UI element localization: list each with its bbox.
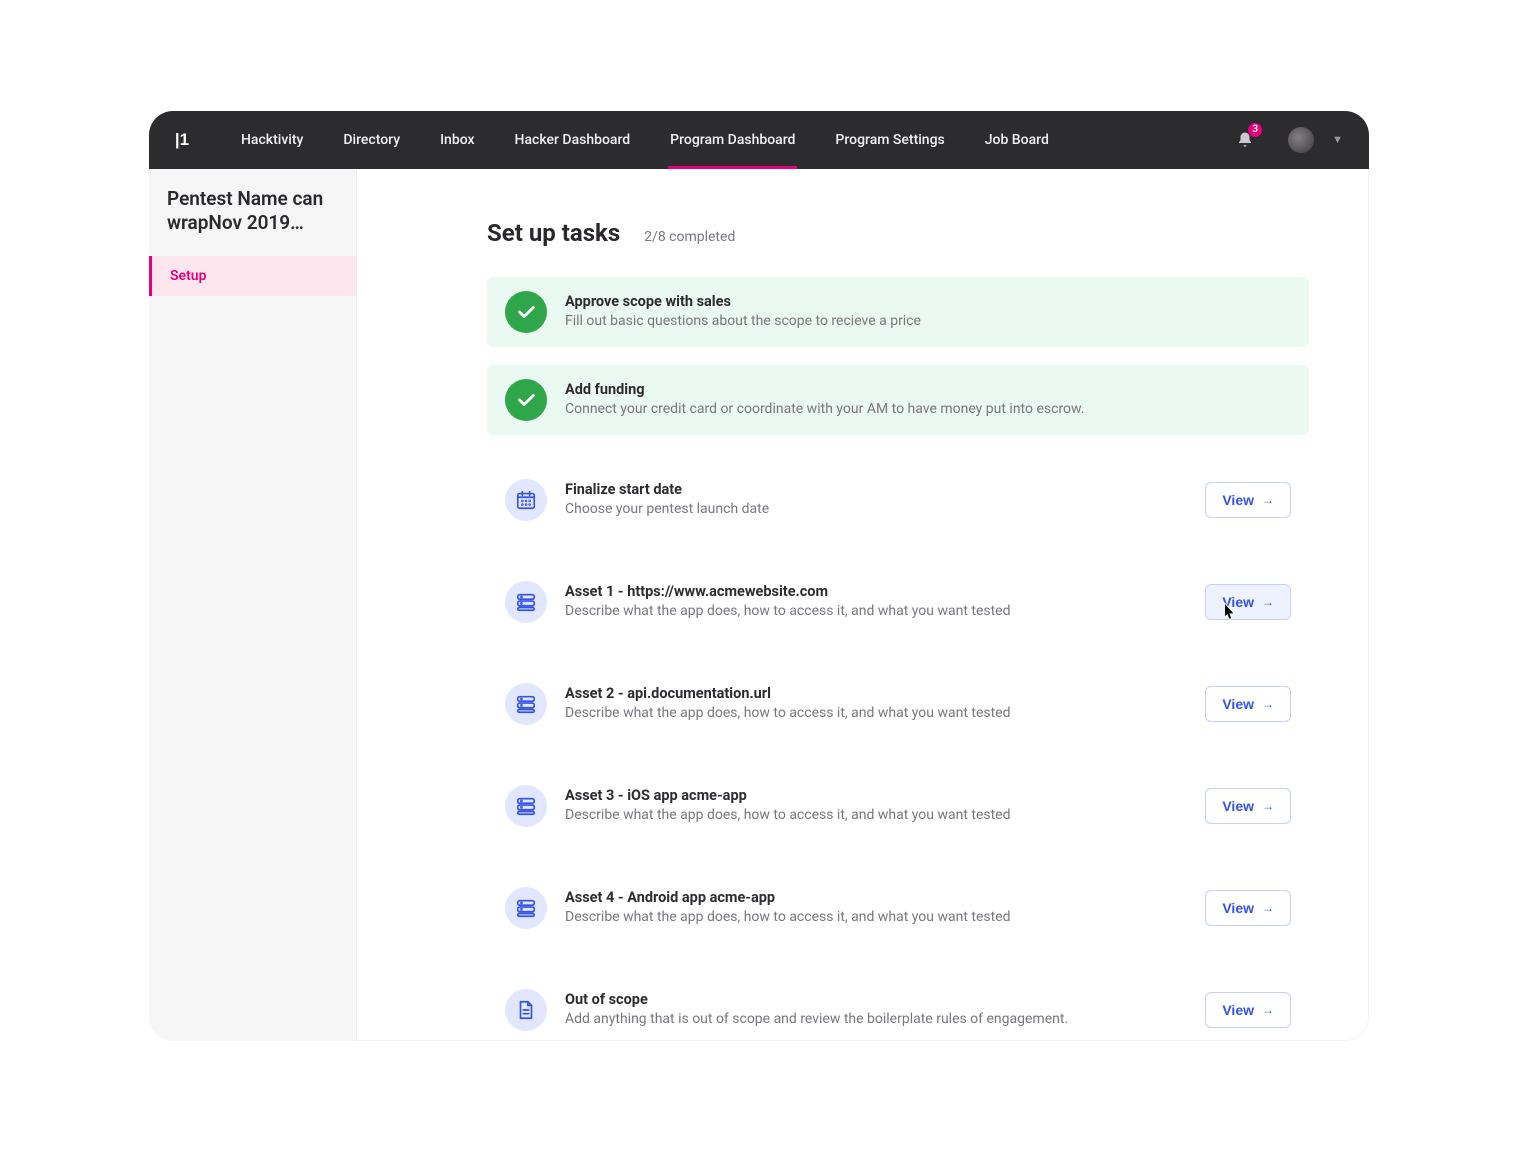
arrow-right-icon: → <box>1262 799 1274 813</box>
nav-label: Hacker Dashboard <box>515 132 631 148</box>
task-done-icon <box>505 291 547 333</box>
task-icon <box>505 479 547 521</box>
nav-program-settings[interactable]: Program Settings <box>815 111 964 169</box>
nav-label: Program Settings <box>835 132 944 148</box>
view-label: View <box>1222 798 1254 814</box>
view-button[interactable]: View → <box>1205 788 1291 824</box>
avatar[interactable] <box>1288 127 1314 153</box>
task-title: Approve scope with sales <box>565 292 1291 312</box>
nav-program-dashboard[interactable]: Program Dashboard <box>650 111 815 169</box>
sidebar-item-label: Setup <box>170 268 206 284</box>
nav-hacker-dashboard[interactable]: Hacker Dashboard <box>495 111 651 169</box>
nav-label: Job Board <box>985 132 1049 148</box>
view-button[interactable]: View → <box>1205 992 1291 1028</box>
arrow-right-icon: → <box>1262 697 1274 711</box>
task-desc: Describe what the app does, how to acces… <box>565 602 1187 622</box>
document-icon <box>515 999 537 1021</box>
task-asset-2: Asset 2 - api.documentation.url Describe… <box>487 669 1309 739</box>
task-icon <box>505 683 547 725</box>
view-label: View <box>1222 900 1254 916</box>
sidebar: Pentest Name can wrapNov 2019… Setup <box>149 169 357 1041</box>
app-frame: |1 Hacktivity Directory Inbox Hacker Das… <box>149 111 1369 1041</box>
task-desc: Describe what the app does, how to acces… <box>565 806 1187 826</box>
arrow-right-icon: → <box>1262 493 1274 507</box>
brand-logo[interactable]: |1 <box>167 125 197 155</box>
task-out-of-scope: Out of scope Add anything that is out of… <box>487 975 1309 1041</box>
task-asset-4: Asset 4 - Android app acme-app Describe … <box>487 873 1309 943</box>
view-button[interactable]: View → <box>1205 890 1291 926</box>
server-icon <box>515 795 537 817</box>
task-desc: Fill out basic questions about the scope… <box>565 312 1291 332</box>
task-desc: Connect your credit card or coordinate w… <box>565 400 1291 420</box>
view-label: View <box>1222 696 1254 712</box>
task-asset-3: Asset 3 - iOS app acme-app Describe what… <box>487 771 1309 841</box>
task-title: Out of scope <box>565 990 1187 1010</box>
task-title: Finalize start date <box>565 480 1187 500</box>
nav-label: Program Dashboard <box>670 132 795 148</box>
view-button[interactable]: View → <box>1205 584 1291 620</box>
notifications-badge: 3 <box>1248 123 1262 137</box>
view-button[interactable]: View → <box>1205 482 1291 518</box>
task-approve-scope: Approve scope with sales Fill out basic … <box>487 277 1309 347</box>
server-icon <box>515 897 537 919</box>
nav-label: Directory <box>343 132 400 148</box>
task-asset-1: Asset 1 - https://www.acmewebsite.com De… <box>487 567 1309 637</box>
notifications-button[interactable]: 3 <box>1232 127 1258 153</box>
main-content: Set up tasks 2/8 completed Approve scope… <box>357 169 1369 1041</box>
task-icon <box>505 581 547 623</box>
task-desc: Add anything that is out of scope and re… <box>565 1010 1187 1030</box>
check-icon <box>515 301 537 323</box>
top-nav: |1 Hacktivity Directory Inbox Hacker Das… <box>149 111 1369 169</box>
task-icon <box>505 887 547 929</box>
task-desc: Describe what the app does, how to acces… <box>565 908 1187 928</box>
calendar-icon <box>515 489 537 511</box>
task-title: Asset 2 - api.documentation.url <box>565 684 1187 704</box>
task-desc: Describe what the app does, how to acces… <box>565 704 1187 724</box>
nav-label: Hacktivity <box>241 132 303 148</box>
task-title: Asset 3 - iOS app acme-app <box>565 786 1187 806</box>
view-button[interactable]: View → <box>1205 686 1291 722</box>
view-label: View <box>1222 594 1254 610</box>
view-label: View <box>1222 1002 1254 1018</box>
nav-inbox[interactable]: Inbox <box>420 111 494 169</box>
task-title: Asset 4 - Android app acme-app <box>565 888 1187 908</box>
sidebar-item-setup[interactable]: Setup <box>149 256 356 296</box>
nav-list: Hacktivity Directory Inbox Hacker Dashbo… <box>221 111 1069 169</box>
nav-label: Inbox <box>440 132 474 148</box>
task-icon <box>505 785 547 827</box>
check-icon <box>515 389 537 411</box>
task-finalize-start-date: Finalize start date Choose your pentest … <box>487 465 1309 535</box>
view-label: View <box>1222 492 1254 508</box>
page-title: Set up tasks <box>487 219 620 247</box>
arrow-right-icon: → <box>1262 1003 1274 1017</box>
task-add-funding: Add funding Connect your credit card or … <box>487 365 1309 435</box>
user-menu-caret[interactable]: ▼ <box>1332 133 1343 146</box>
nav-directory[interactable]: Directory <box>323 111 420 169</box>
page-header: Set up tasks 2/8 completed <box>487 219 1309 247</box>
task-title: Asset 1 - https://www.acmewebsite.com <box>565 582 1187 602</box>
arrow-right-icon: → <box>1262 901 1274 915</box>
task-title: Add funding <box>565 380 1291 400</box>
pentest-name: Pentest Name can wrapNov 2019… <box>149 187 356 236</box>
task-done-icon <box>505 379 547 421</box>
nav-job-board[interactable]: Job Board <box>965 111 1069 169</box>
nav-hacktivity[interactable]: Hacktivity <box>221 111 323 169</box>
arrow-right-icon: → <box>1262 595 1274 609</box>
server-icon <box>515 591 537 613</box>
server-icon <box>515 693 537 715</box>
progress-status: 2/8 completed <box>644 229 735 245</box>
task-desc: Choose your pentest launch date <box>565 500 1187 520</box>
task-icon <box>505 989 547 1031</box>
